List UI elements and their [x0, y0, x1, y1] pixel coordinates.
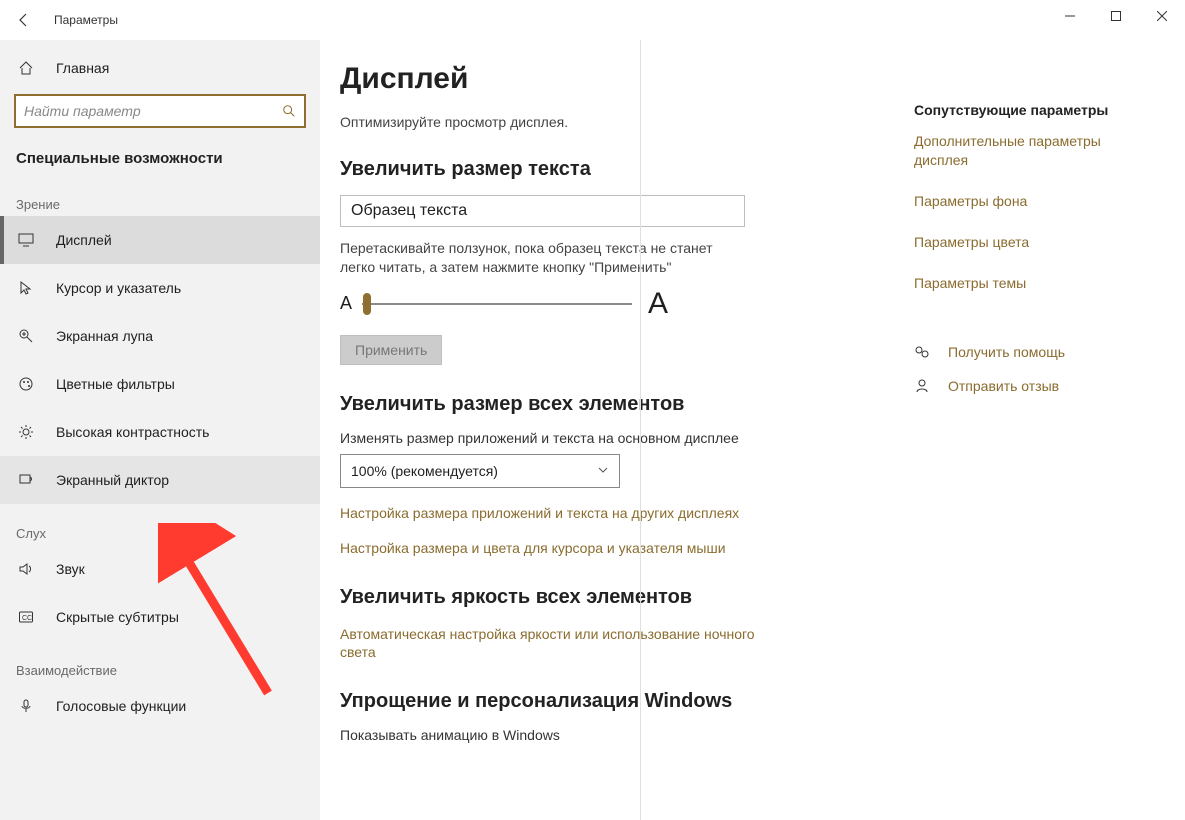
rail-item-feedback[interactable]: Отправить отзыв [914, 378, 1154, 394]
rail-feedback-link[interactable]: Отправить отзыв [948, 378, 1059, 394]
sidebar-home-label: Главная [56, 60, 109, 76]
back-button[interactable] [4, 0, 44, 40]
toggle-label-animation: Показывать анимацию в Windows [340, 727, 900, 743]
rail-item-help[interactable]: Получить помощь [914, 344, 1154, 360]
link-other-displays[interactable]: Настройка размера приложений и текста на… [340, 504, 900, 523]
sidebar-item-label: Цветные фильтры [56, 376, 175, 392]
slider-description: Перетаскивайте ползунок, пока образец те… [340, 239, 745, 277]
narrator-icon [18, 472, 36, 488]
slider-thumb[interactable] [363, 293, 371, 315]
link-cursor-settings[interactable]: Настройка размера и цвета для курсора и … [340, 539, 900, 558]
feedback-icon [914, 378, 932, 394]
text-size-slider[interactable] [362, 292, 632, 316]
sidebar-category: Специальные возможности [0, 136, 320, 175]
rail-heading-related: Сопутствующие параметры [914, 102, 1154, 118]
monitor-icon [18, 232, 36, 248]
chevron-down-icon [597, 463, 609, 479]
apply-button[interactable]: Применить [340, 335, 442, 365]
rail-link-theme[interactable]: Параметры темы [914, 274, 1154, 293]
sidebar-item-captions[interactable]: CC Скрытые субтитры [0, 593, 320, 641]
sidebar-item-cursor[interactable]: Курсор и указатель [0, 264, 320, 312]
brightness-icon [18, 424, 36, 440]
search-icon [274, 104, 304, 118]
speaker-icon [18, 561, 36, 577]
cursor-icon [18, 280, 36, 296]
section-heading-simplify: Упрощение и персонализация Windows [340, 690, 900, 713]
palette-icon [18, 376, 36, 392]
section-heading-text-size: Увеличить размер текста [340, 158, 900, 181]
sidebar: Главная Специальные возможности Зрение Д… [0, 40, 320, 820]
maximize-button[interactable] [1093, 0, 1139, 32]
sidebar-item-label: Высокая контрастность [56, 424, 209, 440]
captions-icon: CC [18, 609, 36, 625]
sidebar-item-audio[interactable]: Звук [0, 545, 320, 593]
sidebar-item-color-filters[interactable]: Цветные фильтры [0, 360, 320, 408]
sidebar-item-label: Экранная лупа [56, 328, 153, 344]
home-icon [18, 60, 36, 76]
sidebar-item-label: Курсор и указатель [56, 280, 181, 296]
link-brightness[interactable]: Автоматическая настройка яркости или исп… [340, 625, 760, 663]
sidebar-item-magnifier[interactable]: Экранная лупа [0, 312, 320, 360]
search-input-wrap[interactable] [14, 94, 306, 128]
section-heading-brightness: Увеличить яркость всех элементов [340, 586, 900, 609]
slider-label-large: A [648, 287, 668, 321]
scale-dropdown[interactable]: 100% (рекомендуется) [340, 454, 620, 488]
rail-link-color[interactable]: Параметры цвета [914, 233, 1154, 252]
sidebar-group-interaction: Взаимодействие [0, 641, 320, 682]
page-title: Дисплей [340, 62, 900, 96]
sidebar-item-display[interactable]: Дисплей [0, 216, 320, 264]
scale-label: Изменять размер приложений и текста на о… [340, 430, 900, 446]
sidebar-item-label: Дисплей [56, 232, 112, 248]
close-button[interactable] [1139, 0, 1185, 32]
microphone-icon [18, 698, 36, 714]
svg-text:CC: CC [22, 615, 32, 622]
magnifier-icon [18, 328, 36, 344]
sidebar-home[interactable]: Главная [0, 50, 320, 86]
page-subtitle: Оптимизируйте просмотр дисплея. [340, 114, 900, 130]
sidebar-item-speech[interactable]: Голосовые функции [0, 682, 320, 730]
sidebar-group-vision: Зрение [0, 175, 320, 216]
sidebar-item-narrator[interactable]: Экранный диктор [0, 456, 320, 504]
sample-text-box: Образец текста [340, 195, 745, 227]
content-area: Дисплей Оптимизируйте просмотр дисплея. … [340, 62, 900, 751]
rail-link-bg[interactable]: Параметры фона [914, 192, 1154, 211]
search-input[interactable] [16, 103, 274, 119]
sidebar-item-label: Экранный диктор [56, 472, 169, 488]
rail-help-link[interactable]: Получить помощь [948, 344, 1065, 360]
rail-link-adv-display[interactable]: Дополнительные параметры дисплея [914, 132, 1154, 170]
sidebar-item-label: Звук [56, 561, 85, 577]
minimize-button[interactable] [1047, 0, 1093, 32]
sidebar-item-label: Скрытые субтитры [56, 609, 179, 625]
slider-label-small: A [340, 293, 352, 314]
sidebar-group-hearing: Слух [0, 504, 320, 545]
related-rail: Сопутствующие параметры Дополнительные п… [914, 62, 1154, 412]
sidebar-item-label: Голосовые функции [56, 698, 186, 714]
help-icon [914, 344, 932, 360]
scale-dropdown-value: 100% (рекомендуется) [351, 463, 498, 479]
section-heading-scale: Увеличить размер всех элементов [340, 393, 900, 416]
sidebar-item-high-contrast[interactable]: Высокая контрастность [0, 408, 320, 456]
window-title: Параметры [54, 13, 118, 27]
